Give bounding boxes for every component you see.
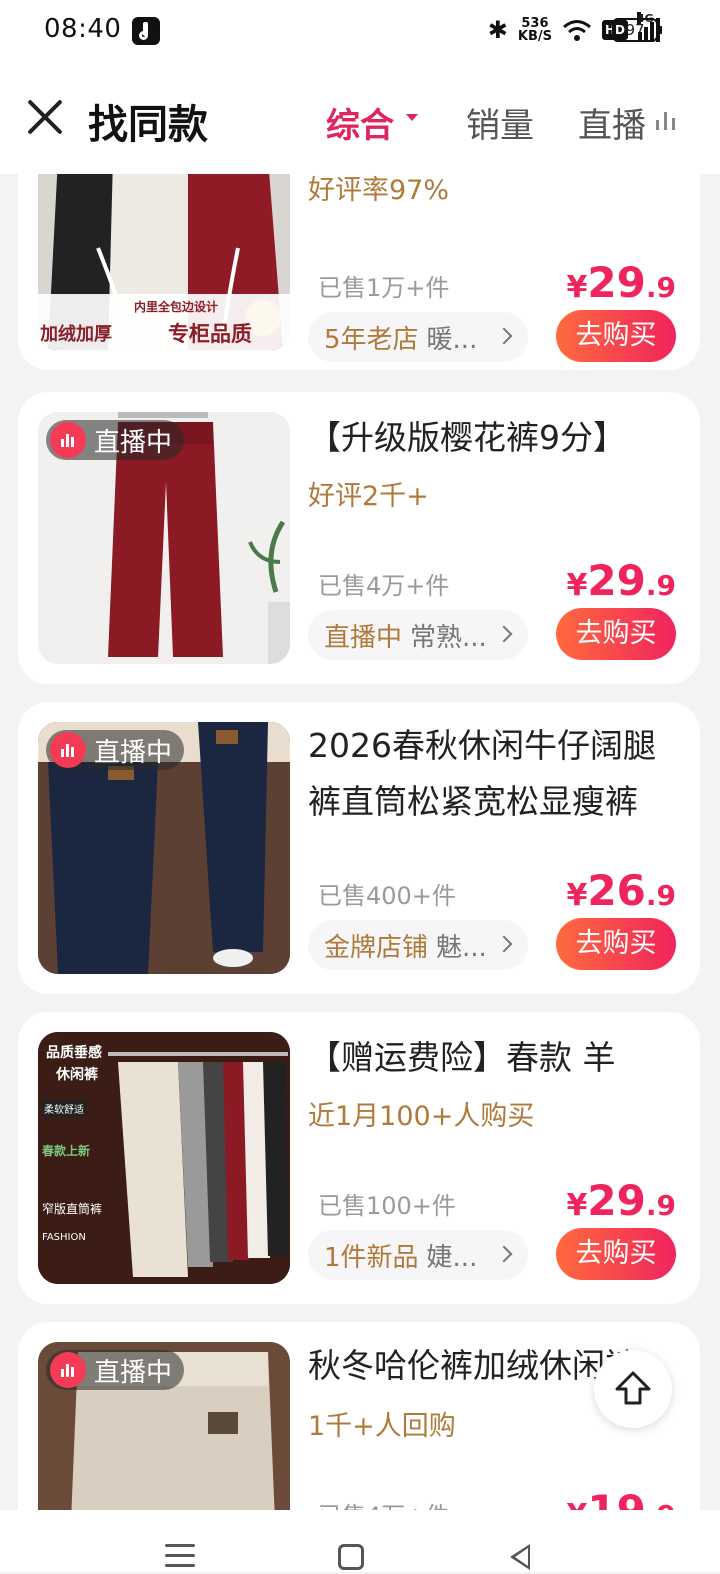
buy-button[interactable]: 去购买 [556, 608, 676, 660]
shop-chip[interactable]: 直播中 常熟... [308, 610, 528, 660]
chevron-right-icon [495, 327, 513, 345]
live-badge: 直播中 [46, 1350, 185, 1390]
arrow-up-icon [615, 1371, 651, 1405]
product-sold: 已售400+件 [318, 882, 456, 910]
product-card[interactable]: 内里全包边设计 加绒加厚 专柜品质 好评率97% 已售1万+件 ¥29.9 5年… [18, 174, 700, 370]
product-sold: 已售4万+件 [318, 1496, 449, 1510]
product-image[interactable]: 直播中 [38, 412, 290, 664]
tiktok-app-icon [132, 17, 160, 45]
product-card[interactable]: 直播中 2026春秋休闲牛仔阔腿裤直筒松紧宽松显瘦裤 已售400+件 ¥26.9… [18, 702, 700, 994]
live-badge: 直播中 [46, 420, 185, 460]
shop-chip[interactable]: 5年老店 暖... [308, 312, 528, 362]
image-text-line: 休闲裤 [56, 1067, 98, 1083]
product-sold: 已售100+件 [318, 1192, 456, 1220]
buy-button[interactable]: 去购买 [556, 918, 676, 970]
product-list[interactable]: 内里全包边设计 加绒加厚 专柜品质 好评率97% 已售1万+件 ¥29.9 5年… [0, 174, 720, 1510]
image-caption-left: 加绒加厚 [40, 324, 112, 345]
image-text-line: 窄版直筒裤 [42, 1202, 103, 1216]
battery-icon: 97 [612, 18, 662, 42]
bluetooth-icon: ✱ [487, 16, 508, 44]
product-image[interactable]: 品质垂感 休闲裤 柔软舒适 春款上新 窄版直筒裤 FASHION [38, 1032, 290, 1284]
system-nav-bar [0, 1510, 720, 1572]
tab-live[interactable]: 直播 [578, 98, 646, 147]
product-image[interactable]: 直播中 [38, 722, 290, 974]
product-rating: 近1月100+人购买 [308, 1101, 535, 1132]
shop-chip[interactable]: 金牌店铺 魅... [308, 920, 528, 970]
image-text-line: 柔软舒适 [42, 1100, 86, 1117]
product-sold: 已售1万+件 [318, 274, 450, 302]
live-bars-icon [656, 112, 675, 130]
buy-button[interactable]: 去购买 [556, 310, 676, 362]
product-price: ¥26.9 [566, 866, 676, 915]
chevron-right-icon [495, 625, 513, 643]
product-price: ¥29.9 [566, 258, 676, 307]
back-icon[interactable] [510, 1544, 530, 1570]
product-rating: 1千+人回购 [308, 1411, 456, 1442]
live-icon [50, 422, 86, 458]
close-icon[interactable] [26, 98, 64, 136]
product-card[interactable]: 直播中 秋冬哈伦裤加绒休闲裤 1千+人回购 已售4万+件 ¥19.9 [18, 1322, 700, 1510]
live-icon [50, 732, 86, 768]
product-price: ¥29.9 [566, 1176, 676, 1225]
product-price: ¥19.9 [567, 1486, 676, 1510]
shop-chip[interactable]: 1件新品 婕... [308, 1230, 528, 1280]
image-text-line: FASHION [42, 1232, 86, 1243]
product-card[interactable]: 品质垂感 休闲裤 柔软舒适 春款上新 窄版直筒裤 FASHION 【赠运费险】春… [18, 1012, 700, 1304]
image-caption-right: 专柜品质 [168, 322, 252, 346]
buy-button[interactable]: 去购买 [556, 1228, 676, 1280]
status-time: 08:40 [44, 14, 122, 44]
product-rating: 好评2千+ [308, 481, 429, 512]
product-sold: 已售4万+件 [318, 572, 450, 600]
image-text-line: 品质垂感 [46, 1045, 102, 1061]
scroll-to-top-button[interactable] [594, 1350, 672, 1428]
status-bar: 08:40 ✱ 536 KB/S HD 4G 97 [0, 0, 720, 64]
chevron-right-icon [495, 1245, 513, 1263]
home-icon[interactable] [338, 1544, 364, 1570]
caret-down-icon[interactable] [406, 114, 418, 121]
product-title[interactable]: 2026春秋休闲牛仔阔腿裤直筒松紧宽松显瘦裤 [308, 718, 682, 830]
wifi-icon [563, 20, 591, 41]
network-speed: 536 KB/S [517, 16, 552, 44]
live-icon [50, 1352, 86, 1388]
live-badge: 直播中 [46, 730, 185, 770]
product-image[interactable]: 直播中 [38, 1342, 290, 1510]
menu-icon[interactable] [165, 1544, 195, 1574]
product-rating: 好评率97% [308, 175, 450, 206]
chevron-right-icon [495, 935, 513, 953]
product-price: ¥29.9 [566, 556, 676, 605]
product-image[interactable]: 内里全包边设计 加绒加厚 专柜品质 [38, 174, 290, 350]
image-caption-center: 内里全包边设计 [134, 300, 219, 314]
page-title: 找同款 [88, 102, 208, 148]
image-text-line: 春款上新 [42, 1144, 91, 1158]
tab-sales[interactable]: 销量 [466, 98, 534, 147]
tab-comprehensive[interactable]: 综合 [326, 98, 394, 147]
product-title[interactable]: 【升级版樱花裤9分】 [308, 410, 682, 466]
product-title[interactable]: 【赠运费险】春款 羊 [308, 1030, 682, 1086]
product-card[interactable]: 直播中 【升级版樱花裤9分】 好评2千+ 已售4万+件 ¥29.9 直播中 常熟… [18, 392, 700, 684]
